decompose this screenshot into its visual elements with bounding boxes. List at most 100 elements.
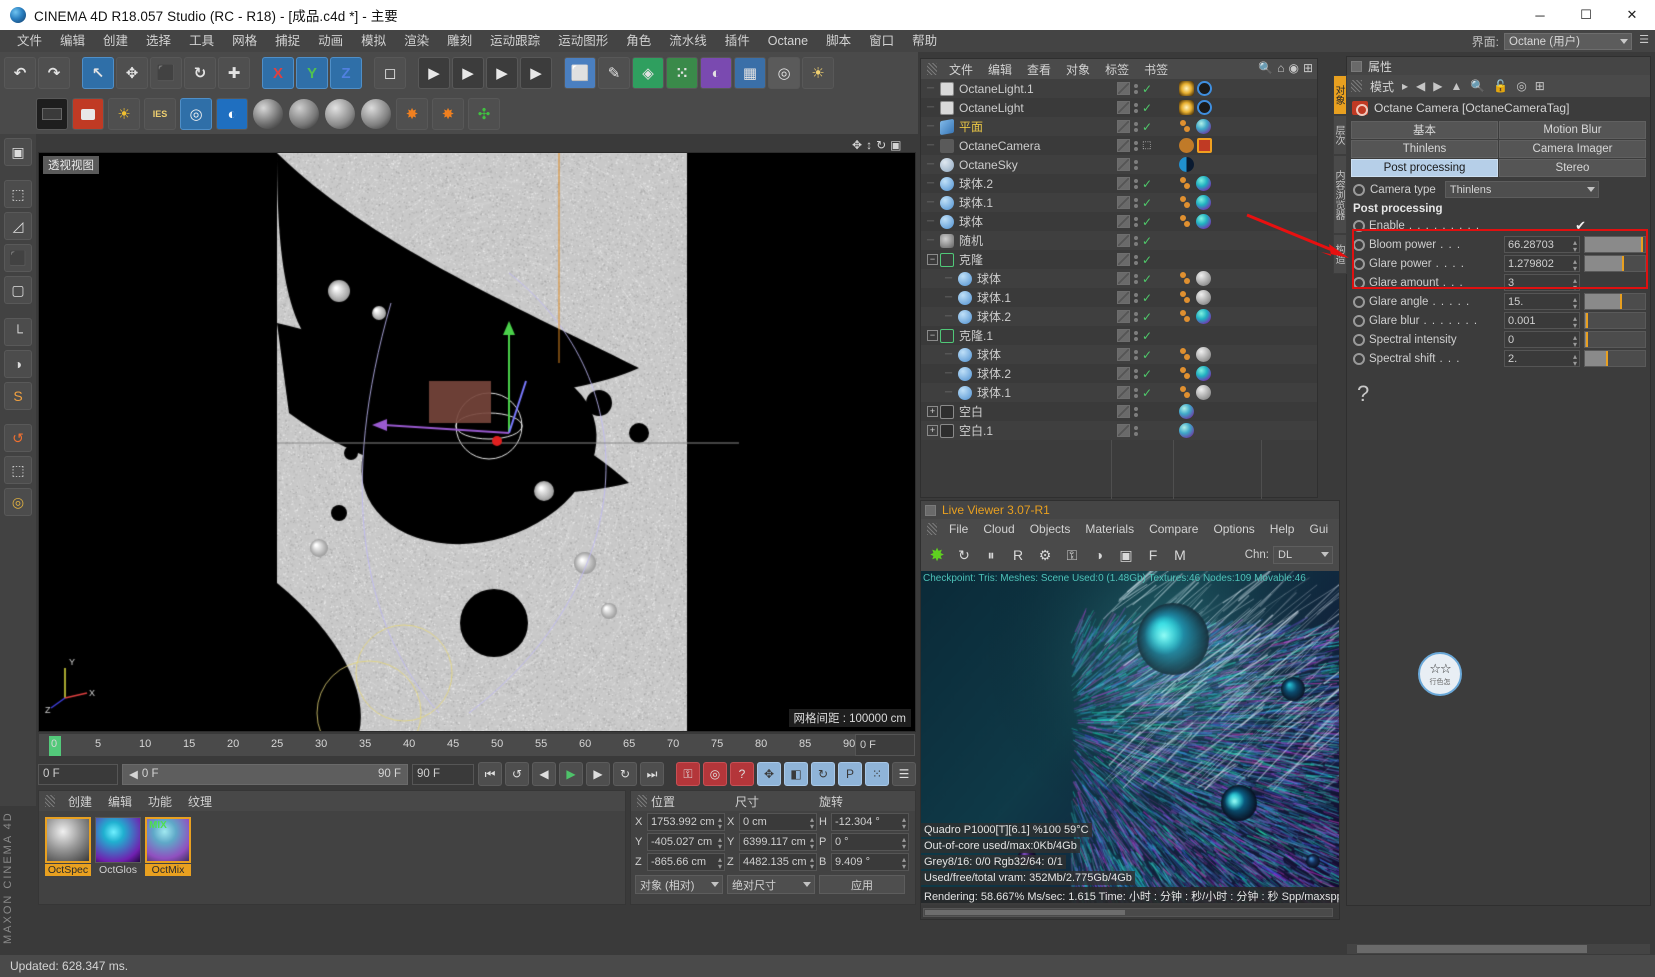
- mograph-menu[interactable]: ⁙: [666, 57, 698, 89]
- coord-position-field[interactable]: 1753.992 cm▴▾: [647, 813, 725, 831]
- deformer-bend[interactable]: ◐: [700, 57, 732, 89]
- attr-vtab-对象[interactable]: 对象: [1333, 75, 1347, 115]
- objmgr-menu-编辑[interactable]: 编辑: [981, 61, 1019, 78]
- frame-scrubber[interactable]: ◀ 0 F 90 F: [122, 764, 408, 785]
- spinner-icon[interactable]: ▴▾: [902, 836, 906, 850]
- object-row[interactable]: +空白.1: [921, 421, 1317, 440]
- panel-grip-icon[interactable]: [45, 795, 55, 807]
- octane-object-tag-icon[interactable]: [1179, 119, 1193, 134]
- material-menu-编辑[interactable]: 编辑: [101, 793, 139, 810]
- range-end-field[interactable]: 90 F: [412, 764, 474, 785]
- world-coord[interactable]: ◻: [374, 57, 406, 89]
- liveviewer-menu-Compare[interactable]: Compare: [1142, 522, 1205, 536]
- material-grey-icon[interactable]: [1196, 271, 1211, 286]
- coord-apply-button[interactable]: 应用: [819, 875, 905, 894]
- octane-portal[interactable]: ✸: [396, 98, 428, 130]
- object-enable-check[interactable]: ✓: [1142, 82, 1155, 96]
- menu-item-雕刻[interactable]: 雕刻: [438, 30, 481, 52]
- object-enable-check[interactable]: ✓: [1142, 310, 1155, 324]
- spinner-icon[interactable]: ▴▾: [1573, 239, 1577, 253]
- maximize-viewport-icon[interactable]: ▣: [890, 138, 901, 152]
- perspective-viewport[interactable]: 透视视图 网格间距 : 100000 cm: [38, 152, 916, 732]
- param-field-glare-amount[interactable]: 3▴▾: [1504, 274, 1580, 291]
- expander-plus-icon[interactable]: +: [927, 406, 938, 417]
- record-key-button[interactable]: ⚿: [676, 762, 700, 786]
- visibility-toggle-icon[interactable]: [1117, 405, 1130, 418]
- generator-hypernurbs[interactable]: ◈: [632, 57, 664, 89]
- menu-item-流水线[interactable]: 流水线: [660, 30, 716, 52]
- menu-item-帮助[interactable]: 帮助: [903, 30, 946, 52]
- render-view[interactable]: ▶: [418, 57, 450, 89]
- material-grey-icon[interactable]: [1196, 290, 1211, 305]
- object-enable-check[interactable]: ✓: [1142, 291, 1155, 305]
- liveviewer-menu-Cloud[interactable]: Cloud: [976, 522, 1021, 536]
- object-enable-check[interactable]: ✓: [1142, 348, 1155, 362]
- attribute-hscrollbar[interactable]: [1346, 943, 1651, 955]
- objmgr-menu-对象[interactable]: 对象: [1059, 61, 1097, 78]
- menu-item-插件[interactable]: 插件: [716, 30, 759, 52]
- expander-minus-icon[interactable]: −: [927, 254, 938, 265]
- play-reverse-button[interactable]: ↺: [505, 762, 529, 786]
- viewport-solo[interactable]: ⬚: [4, 456, 32, 484]
- render-dots-icon[interactable]: [1134, 103, 1138, 113]
- axis-mode[interactable]: └: [4, 318, 32, 346]
- select-tool[interactable]: ↖: [82, 57, 114, 89]
- up-arrow-icon[interactable]: ▲: [1451, 79, 1463, 93]
- menu-item-创建[interactable]: 创建: [94, 30, 137, 52]
- param-radio-glare-angle[interactable]: [1353, 296, 1365, 308]
- param-radio-bloom-power[interactable]: [1353, 239, 1365, 251]
- key-position-button[interactable]: ✥: [757, 762, 781, 786]
- light-tag-icon[interactable]: [1179, 100, 1194, 115]
- menu-item-文件[interactable]: 文件: [8, 30, 51, 52]
- object-enable-check[interactable]: ✓: [1142, 120, 1155, 134]
- panel-grip-icon[interactable]: [927, 523, 937, 535]
- spinner-icon[interactable]: ▴▾: [810, 816, 814, 830]
- menu-item-编辑[interactable]: 编辑: [51, 30, 94, 52]
- render-dots-icon[interactable]: [1134, 407, 1138, 417]
- param-field-glare-angle[interactable]: 15.▴▾: [1504, 293, 1580, 310]
- param-field-bloom-power[interactable]: 66.28703▴▾: [1504, 236, 1580, 253]
- pan-icon[interactable]: ✥: [852, 138, 862, 152]
- goto-end-button[interactable]: ⏭: [640, 762, 664, 786]
- spinner-icon[interactable]: ▴▾: [1573, 258, 1577, 272]
- coord-size-field[interactable]: 6399.117 cm▴▾: [739, 833, 817, 851]
- material-blue-icon[interactable]: [1179, 423, 1194, 438]
- object-row[interactable]: ─球体.2✓: [921, 307, 1317, 326]
- param-radio-spectral-shift[interactable]: [1353, 353, 1365, 365]
- material-teal-icon[interactable]: [1196, 195, 1211, 210]
- liveviewer-menu-Objects[interactable]: Objects: [1023, 522, 1078, 536]
- panel-grip-icon[interactable]: [1351, 80, 1362, 92]
- attr-vtab-内容浏览器[interactable]: 内容浏览器: [1333, 155, 1347, 234]
- param-radio-glare-blur[interactable]: [1353, 315, 1365, 327]
- object-mode[interactable]: ◑: [4, 350, 32, 378]
- move-tool[interactable]: ✥: [116, 57, 148, 89]
- octane-object-tag-icon[interactable]: [1179, 195, 1193, 210]
- object-row[interactable]: ─平面✓: [921, 117, 1317, 136]
- render-queue[interactable]: ▶: [520, 57, 552, 89]
- maximize-button[interactable]: ☐: [1563, 0, 1609, 30]
- render-dots-icon[interactable]: [1134, 179, 1138, 189]
- spinner-icon[interactable]: ▴▾: [1573, 334, 1577, 348]
- coord-rotation-field[interactable]: 9.409 °▴▾: [831, 853, 909, 871]
- material-teal-icon[interactable]: [1196, 366, 1211, 381]
- visibility-toggle-icon[interactable]: [1117, 196, 1130, 209]
- coord-size-field[interactable]: 0 cm▴▾: [739, 813, 817, 831]
- key-param-button[interactable]: P: [838, 762, 862, 786]
- sky-tag-icon[interactable]: [1179, 157, 1194, 172]
- eye-icon[interactable]: ◉: [1288, 61, 1298, 75]
- coord-position-field[interactable]: -865.66 cm▴▾: [647, 853, 725, 871]
- axis-tool[interactable]: ✚: [218, 57, 250, 89]
- channel-dropdown[interactable]: DL: [1273, 546, 1333, 564]
- refresh-icon[interactable]: ↻: [954, 545, 974, 565]
- lock-icon[interactable]: 🔓: [1493, 79, 1508, 93]
- current-frame-field[interactable]: 0 F: [38, 764, 118, 785]
- menu-item-窗口[interactable]: 窗口: [860, 30, 903, 52]
- material-menu-纹理[interactable]: 纹理: [181, 793, 219, 810]
- spinner-icon[interactable]: ▴▾: [902, 816, 906, 830]
- octane-object-tag-icon[interactable]: [1179, 347, 1193, 362]
- octane-live-viewer[interactable]: [72, 98, 104, 130]
- object-row[interactable]: ─球体✓: [921, 345, 1317, 364]
- spinner-icon[interactable]: ▴▾: [1573, 296, 1577, 310]
- visibility-toggle-icon[interactable]: [1117, 348, 1130, 361]
- param-slider-spectral-intensity[interactable]: [1584, 331, 1646, 348]
